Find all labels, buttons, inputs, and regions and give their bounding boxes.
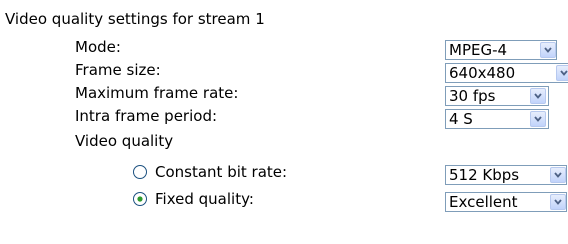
max-frame-rate-select-value: 30 fps: [449, 87, 496, 105]
constant-bit-rate-select[interactable]: 512 Kbps: [445, 165, 567, 185]
section-title: Video quality settings for stream 1: [5, 10, 265, 28]
mode-label: Mode:: [75, 38, 121, 56]
mode-select-value: MPEG-4: [449, 41, 508, 59]
fixed-quality-select-value: Excellent: [449, 193, 518, 211]
video-quality-label: Video quality: [75, 132, 174, 150]
constant-bit-rate-label: Constant bit rate:: [155, 163, 288, 181]
max-frame-rate-select[interactable]: 30 fps: [445, 86, 549, 106]
intra-frame-period-select[interactable]: 4 S: [445, 109, 549, 129]
chevron-down-icon[interactable]: [530, 88, 546, 104]
constant-bit-rate-select-value: 512 Kbps: [449, 166, 520, 184]
fixed-quality-radio[interactable]: [132, 191, 148, 207]
intra-frame-period-label: Intra frame period:: [75, 107, 218, 125]
constant-bit-rate-radio[interactable]: [132, 164, 148, 180]
mode-select[interactable]: MPEG-4: [445, 40, 557, 60]
chevron-down-icon[interactable]: [550, 194, 566, 210]
frame-size-label: Frame size:: [75, 61, 161, 79]
frame-size-select[interactable]: 640x480: [445, 63, 568, 83]
chevron-down-icon[interactable]: [556, 65, 568, 81]
intra-frame-period-select-value: 4 S: [449, 110, 473, 128]
fixed-quality-label: Fixed quality:: [155, 190, 254, 208]
chevron-down-icon[interactable]: [550, 167, 566, 183]
chevron-down-icon[interactable]: [530, 111, 546, 127]
frame-size-select-value: 640x480: [449, 64, 516, 82]
max-frame-rate-label: Maximum frame rate:: [75, 84, 239, 102]
fixed-quality-select[interactable]: Excellent: [445, 192, 567, 212]
chevron-down-icon[interactable]: [540, 42, 556, 58]
